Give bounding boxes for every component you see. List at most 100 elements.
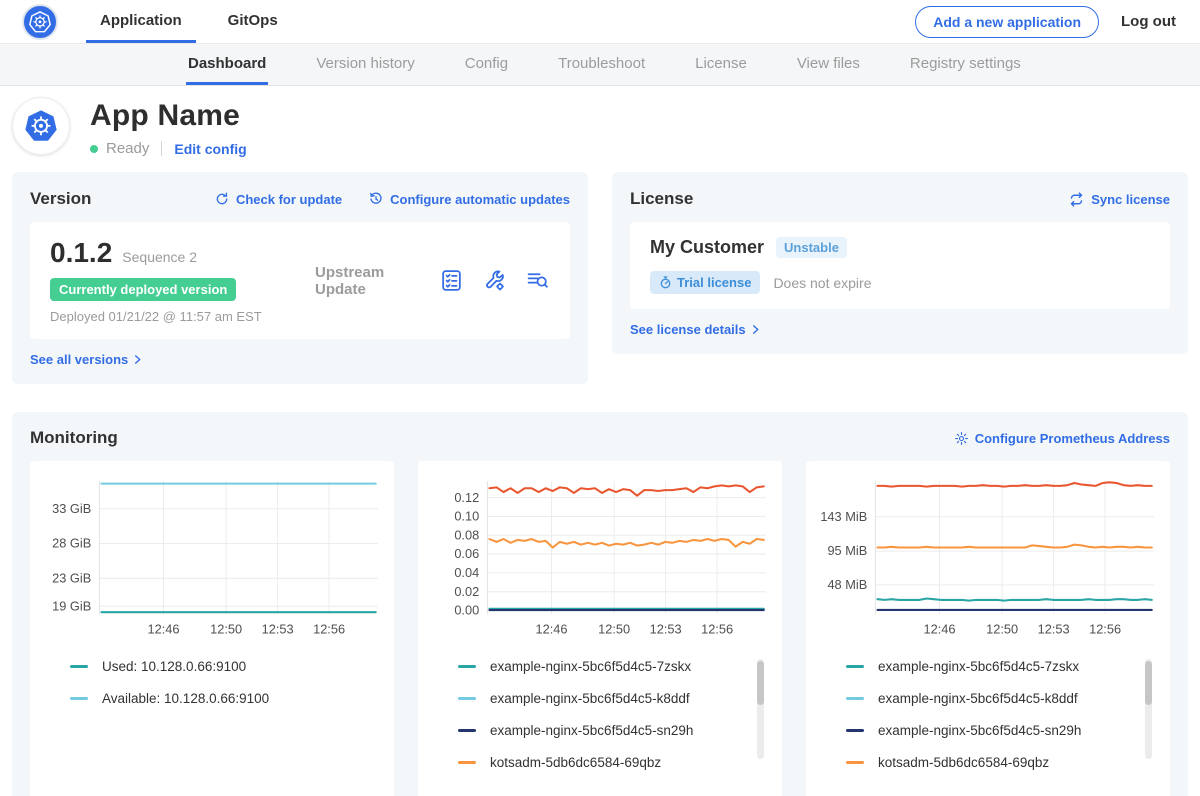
svg-text:95 MiB: 95 MiB <box>827 543 867 558</box>
top-tabs: Application GitOps <box>86 0 310 43</box>
sub-tab-config[interactable]: Config <box>463 44 510 85</box>
trial-license-badge: Trial license <box>650 271 760 294</box>
svg-text:12:56: 12:56 <box>1089 622 1121 637</box>
config-wrench-icon[interactable] <box>482 268 507 293</box>
logout-button[interactable]: Log out <box>1121 13 1176 30</box>
kubernetes-logo-icon <box>22 4 58 40</box>
brand-logo[interactable] <box>22 0 58 43</box>
memory-chart-title: Memory Usage <box>814 787 1162 796</box>
legend-scrollbar[interactable] <box>1145 659 1152 759</box>
top-tab-gitops[interactable]: GitOps <box>214 0 292 43</box>
add-application-button[interactable]: Add a new application <box>915 6 1099 38</box>
configure-automatic-updates-button[interactable]: Configure automatic updates <box>368 191 570 207</box>
status-text: Ready <box>106 140 149 157</box>
legend-color-dash <box>458 697 476 700</box>
divider <box>161 141 162 156</box>
channel-badge: Unstable <box>776 237 847 258</box>
legend-scrollbar-thumb[interactable] <box>757 661 764 705</box>
svg-text:12:50: 12:50 <box>210 622 242 637</box>
svg-text:12:46: 12:46 <box>535 622 567 637</box>
legend-scrollbar[interactable] <box>757 659 764 759</box>
svg-text:12:53: 12:53 <box>650 622 682 637</box>
svg-text:0.08: 0.08 <box>454 527 479 542</box>
svg-text:33 GiB: 33 GiB <box>52 501 91 516</box>
sub-tab-license[interactable]: License <box>693 44 749 85</box>
legend-color-dash <box>846 665 864 668</box>
app-title: App Name <box>90 99 247 133</box>
app-header: App Name Ready Edit config <box>0 86 1200 170</box>
deployed-version-badge: Currently deployed version <box>50 278 236 301</box>
sub-tab-view-files[interactable]: View files <box>795 44 862 85</box>
status-dot <box>90 145 98 153</box>
svg-text:0.02: 0.02 <box>454 584 479 599</box>
legend-label: example-nginx-5bc6f5d4c5-sn29h <box>490 723 693 738</box>
version-source-label: Upstream Update <box>315 264 439 298</box>
svg-text:0.12: 0.12 <box>454 490 479 505</box>
svg-text:23 GiB: 23 GiB <box>52 570 91 585</box>
top-tab-application[interactable]: Application <box>86 0 196 43</box>
legend-item: Available: 10.128.0.66:9100 <box>70 691 386 706</box>
chart-card-disk: 33 GiB28 GiB23 GiB19 GiB12:4612:5012:531… <box>30 461 394 796</box>
legend-color-dash <box>458 761 476 764</box>
legend-label: Available: 10.128.0.66:9100 <box>102 691 269 706</box>
sub-tab-dashboard[interactable]: Dashboard <box>186 44 268 85</box>
legend-label: example-nginx-5bc6f5d4c5-7zskx <box>490 659 691 674</box>
chevron-right-icon <box>132 354 143 365</box>
sync-license-button[interactable]: Sync license <box>1068 191 1170 208</box>
see-license-details-link[interactable]: See license details <box>630 322 761 337</box>
svg-text:143 MiB: 143 MiB <box>820 509 867 524</box>
clock-history-icon <box>368 191 384 207</box>
legend-item: example-nginx-5bc6f5d4c5-7zskx <box>458 659 774 674</box>
legend-color-dash <box>70 665 88 668</box>
memory-usage-chart: 143 MiB95 MiB48 MiB12:4612:5012:5312:56 <box>814 473 1162 649</box>
svg-text:0.06: 0.06 <box>454 546 479 561</box>
sub-tab-registry-settings[interactable]: Registry settings <box>908 44 1023 85</box>
configure-prometheus-button[interactable]: Configure Prometheus Address <box>954 431 1170 446</box>
legend-color-dash <box>458 665 476 668</box>
stopwatch-icon <box>659 276 672 289</box>
legend-color-dash <box>846 697 864 700</box>
sub-tab-version-history[interactable]: Version history <box>314 44 416 85</box>
gear-icon <box>954 431 969 446</box>
chart-card-memory: 143 MiB95 MiB48 MiB12:4612:5012:5312:56e… <box>806 461 1170 796</box>
cpu-chart-title: CPU Usage <box>426 787 774 796</box>
app-kubernetes-icon <box>12 97 70 155</box>
legend-item: example-nginx-5bc6f5d4c5-k8ddf <box>458 691 774 706</box>
license-panel: My Customer Unstable Trial license Does … <box>630 222 1170 309</box>
sync-icon <box>1068 191 1085 208</box>
legend-scrollbar-thumb[interactable] <box>1145 661 1152 705</box>
disk-chart-title: Disk Usage <box>38 787 386 796</box>
monitoring-section: Monitoring Configure Prometheus Address … <box>12 412 1188 796</box>
legend-item: example-nginx-5bc6f5d4c5-k8ddf <box>846 691 1162 706</box>
legend-item: kotsadm-5db6dc6584-69qbz <box>458 755 774 770</box>
sub-tab-troubleshoot[interactable]: Troubleshoot <box>556 44 647 85</box>
check-for-update-button[interactable]: Check for update <box>214 191 342 207</box>
legend-color-dash <box>846 761 864 764</box>
svg-text:19 GiB: 19 GiB <box>52 598 91 613</box>
preflight-checks-icon[interactable] <box>439 268 464 293</box>
see-all-versions-link[interactable]: See all versions <box>30 352 143 367</box>
cpu-chart-legend: example-nginx-5bc6f5d4c5-7zskx example-ng… <box>426 659 774 787</box>
svg-text:12:46: 12:46 <box>147 622 179 637</box>
chart-card-cpu: 0.120.100.080.060.040.020.0012:4612:5012… <box>418 461 782 796</box>
svg-text:0.00: 0.00 <box>454 603 479 618</box>
current-version-panel: 0.1.2 Sequence 2 Currently deployed vers… <box>30 222 570 339</box>
legend-label: kotsadm-5db6dc6584-69qbz <box>878 755 1049 770</box>
legend-label: example-nginx-5bc6f5d4c5-k8ddf <box>490 691 690 706</box>
disk-chart-legend: Used: 10.128.0.66:9100 Available: 10.128.… <box>38 659 386 723</box>
view-logs-icon[interactable] <box>525 268 550 293</box>
svg-text:12:56: 12:56 <box>701 622 733 637</box>
legend-label: kotsadm-5db6dc6584-69qbz <box>490 755 661 770</box>
monitoring-title: Monitoring <box>30 428 118 448</box>
sequence-label: Sequence 2 <box>122 249 197 265</box>
edit-config-link[interactable]: Edit config <box>174 141 246 157</box>
license-card-title: License <box>630 189 693 209</box>
svg-text:12:53: 12:53 <box>262 622 294 637</box>
svg-text:28 GiB: 28 GiB <box>52 536 91 551</box>
legend-item: Used: 10.128.0.66:9100 <box>70 659 386 674</box>
legend-item: example-nginx-5bc6f5d4c5-sn29h <box>846 723 1162 738</box>
legend-color-dash <box>458 729 476 732</box>
top-nav: ApplicationGitOps Add a new application … <box>0 0 1200 44</box>
license-expiry: Does not expire <box>773 275 871 291</box>
disk-usage-chart: 33 GiB28 GiB23 GiB19 GiB12:4612:5012:531… <box>38 473 386 649</box>
